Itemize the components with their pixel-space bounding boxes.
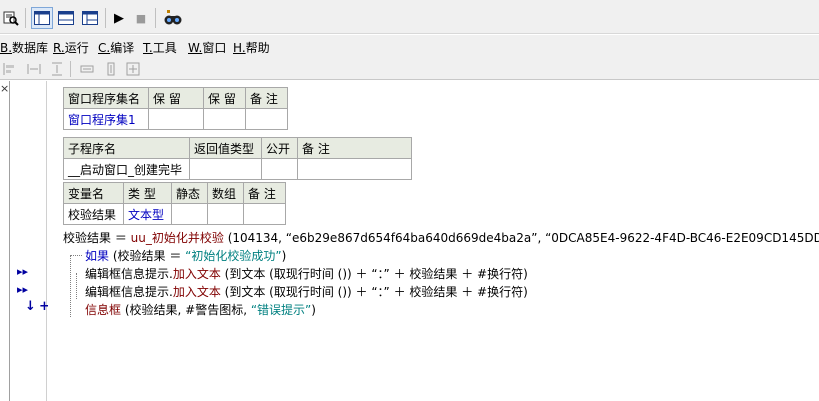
same-height-icon[interactable] [104,62,118,76]
main-toolbar: ▶ ■ [0,0,819,34]
jump-marker-icon[interactable]: ▸▸ [17,283,28,296]
column-header: 备 注 [245,87,288,109]
code-gutter: ▸▸ ▸▸ ↓ + [11,81,50,401]
code-line[interactable]: 编辑框信息提示.加入文本 (到文本 (取现行时间 ()) ＋ “：” ＋ 校验结… [85,265,528,282]
table-cell[interactable] [171,203,208,225]
table-cell[interactable]: 窗口程序集1 [63,108,149,130]
align-left-icon[interactable] [3,62,17,76]
layout-1-icon[interactable] [31,7,53,29]
assembly-table: 窗口程序集名 保 留 保 留 备 注 窗口程序集1 [63,87,288,130]
column-header: 保 留 [203,87,246,109]
table-cell[interactable] [203,108,246,130]
same-size-icon[interactable] [126,62,140,76]
space-horizontal-icon[interactable] [27,62,41,76]
menu-window[interactable]: W.窗口 [188,39,226,56]
binoculars-icon[interactable] [162,7,184,29]
menu-help[interactable]: H.帮助 [233,39,270,56]
flow-line [76,273,77,299]
toolbar-separator [155,8,156,28]
run-icon[interactable]: ▶ [110,7,128,29]
menu-tools[interactable]: T.工具 [143,39,177,56]
column-header: 数组 [207,182,244,204]
toolbar-separator [105,8,106,28]
column-header: 保 留 [148,87,204,109]
find-icon[interactable] [2,7,20,29]
down-arrow-icon[interactable]: ↓ [25,299,36,314]
code-line[interactable]: 信息框 (校验结果, #警告图标, “错误提示”) [85,301,316,318]
menu-compile[interactable]: C.编译 [98,39,134,56]
menu-run[interactable]: R.运行 [53,39,89,56]
stop-icon[interactable]: ■ [132,7,150,29]
table-cell[interactable] [207,203,244,225]
toolbar-separator [25,8,26,28]
column-header: 子程序名 [63,137,190,159]
toolbar-separator [70,61,71,77]
menu-database[interactable]: B.数据库 [0,39,48,56]
table-cell[interactable]: __启动窗口_创建完毕 [63,158,190,180]
subroutine-table: 子程序名 返回值类型 公开 备 注 __启动窗口_创建完毕 [63,137,412,180]
flow-line [70,255,71,317]
same-width-icon[interactable] [80,62,94,76]
table-cell[interactable] [189,158,262,180]
table-cell[interactable] [261,158,298,180]
column-header: 窗口程序集名 [63,87,149,109]
alignment-toolbar [0,58,819,80]
table-cell[interactable] [245,108,288,130]
space-vertical-icon[interactable] [50,62,64,76]
column-header: 返回值类型 [189,137,262,159]
column-header: 类 型 [123,182,172,204]
column-header: 备 注 [243,182,286,204]
layout-2-icon[interactable] [55,7,77,29]
column-header: 公开 [261,137,298,159]
variable-table: 变量名 类 型 静态 数组 备 注 校验结果 文本型 [63,182,286,225]
menu-bar: B.数据库 R.运行 C.编译 T.工具 W.窗口 H.帮助 [0,35,819,58]
table-cell[interactable] [243,203,286,225]
flow-line [70,255,82,256]
table-cell[interactable]: 校验结果 [63,203,124,225]
table-cell[interactable]: 文本型 [123,203,172,225]
code-editor[interactable]: 窗口程序集名 保 留 保 留 备 注 窗口程序集1 子程序名 返回值类型 公开 … [48,81,819,401]
close-icon[interactable]: × [0,83,10,95]
left-panel: × [0,81,10,401]
column-header: 变量名 [63,182,124,204]
jump-marker-icon[interactable]: ▸▸ [17,265,28,278]
code-line[interactable]: 校验结果 ＝ uu_初始化并校验 (104134, “e6b29e867d654… [63,229,819,246]
layout-3-icon[interactable] [79,7,101,29]
table-cell[interactable] [148,108,204,130]
table-cell[interactable] [297,158,412,180]
column-header: 备 注 [297,137,412,159]
column-header: 静态 [171,182,208,204]
code-line[interactable]: 如果 (校验结果 ＝ “初始化校验成功”) [85,247,286,264]
code-line[interactable]: 编辑框信息提示.加入文本 (到文本 (取现行时间 ()) ＋ “：” ＋ 校验结… [85,283,528,300]
